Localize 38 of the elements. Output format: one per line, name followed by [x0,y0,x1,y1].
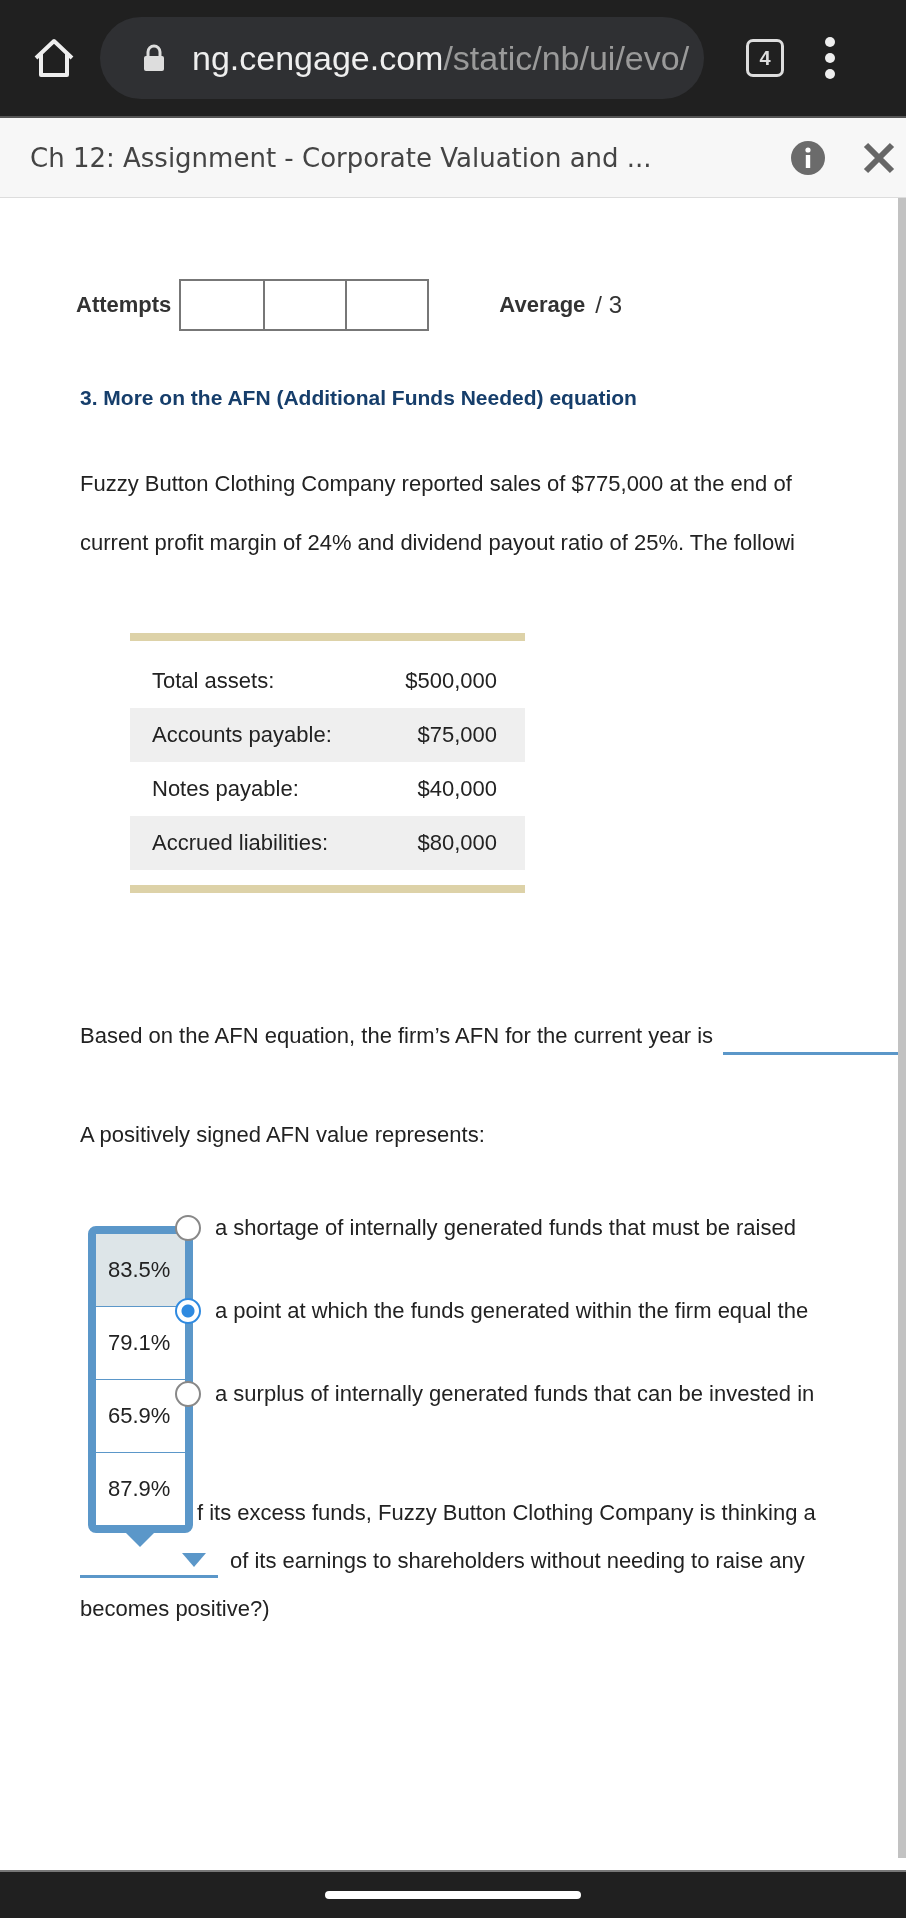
table-cell-text: Total assets: [151,668,276,694]
table-cell-text: $75,000 [416,722,498,748]
question-text: Based on the AFN equation, the firm’s AFN for the current year is [80,1022,713,1050]
dropdown-option[interactable]: 87.9% [96,1453,185,1525]
menu-icon[interactable] [824,34,836,82]
attempts-label: Attempts [76,292,172,318]
dropdown-option[interactable]: 65.9% [96,1380,185,1453]
info-icon[interactable] [790,139,826,176]
paragraph-line: current profit margin of 24% and dividend payout ratio of 25%. The followi [80,529,796,557]
paragraph-text: f its excess funds, Fuzzy Button Clothing Company is thinking a [197,1499,816,1527]
radio-button[interactable] [175,1214,201,1241]
question-title: 3. More on the AFN (Additional Funds Needed) equation [80,385,638,411]
tab-count-button[interactable]: 4 [746,39,784,77]
scrollbar[interactable] [898,198,906,1858]
table-cell-text: $80,000 [416,830,498,856]
paragraph-line: Fuzzy Button Clothing Company reported sales of $775,000 at the end of [80,470,793,498]
url-text: ng.cengage.com/static/nb/ui/evo/ [192,38,690,78]
table-cell-text: Accounts payable: [151,722,333,748]
option-label: a surplus of internally generated funds that can be invested in [215,1380,815,1407]
caret-icon [182,1552,206,1567]
option-label: a point at which the funds generated within the firm equal the [215,1297,809,1324]
dropdown-option[interactable]: 79.1% [96,1307,185,1380]
lock-icon [142,44,166,72]
close-icon[interactable] [862,140,896,175]
average-label: Average [499,292,586,318]
table-cell-text: $40,000 [416,776,498,802]
page-title: Ch 12: Assignment - Corporate Valuation and ... [30,142,653,173]
average-value: / 3 [595,291,623,319]
table-cell-text: Notes payable: [151,776,300,802]
question-text: A positively signed AFN value represents: [80,1121,486,1149]
paragraph-text: of its earnings to shareholders without needing to raise any [230,1547,805,1575]
table-cell-text: Accrued liabilities: [151,830,330,856]
address-bar[interactable]: ng.cengage.com/static/nb/ui/evo/ [100,17,704,99]
answer-field[interactable] [723,1052,898,1055]
dropdown-option[interactable]: 83.5% [96,1234,185,1307]
paragraph-text: becomes positive?) [80,1595,271,1623]
table-cell-text: $500,000 [404,668,498,694]
option-label: a shortage of internally generated funds that must be raised [215,1214,796,1241]
